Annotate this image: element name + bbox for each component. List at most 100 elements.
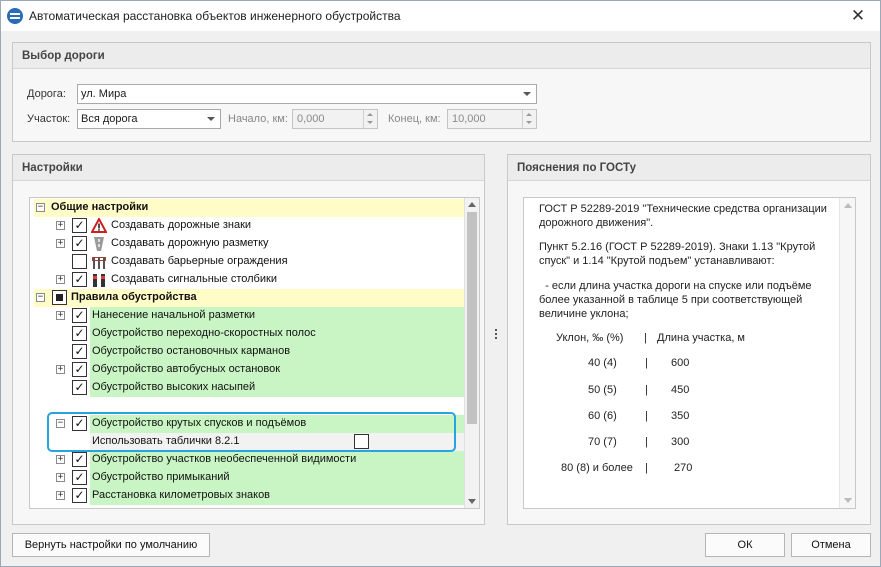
checkbox-checked[interactable]: ✓ — [72, 326, 87, 341]
checkbox-checked[interactable]: ✓ — [72, 308, 87, 323]
title-bar: Автоматическая расстановка объектов инже… — [1, 1, 880, 31]
table-slope-cell: 70 (7) — [588, 436, 617, 448]
expand-icon[interactable]: + — [56, 473, 65, 482]
gost-panel-header: Пояснения по ГОСТу — [508, 155, 870, 181]
expand-icon[interactable]: + — [56, 365, 65, 374]
expand-icon[interactable]: + — [56, 455, 65, 464]
cancel-button[interactable]: Отмена — [791, 533, 871, 557]
table-separator: | — [645, 384, 648, 396]
end-km-label: Конец, км: — [388, 113, 441, 125]
spin-up-icon[interactable] — [522, 110, 536, 119]
tree-rule-stop-pockets[interactable]: ✓ Обустройство остановочных карманов — [30, 343, 465, 361]
checkbox-checked[interactable]: ✓ — [72, 344, 87, 359]
close-button[interactable]: ✕ — [846, 5, 870, 27]
tree-rule-high-embankments[interactable]: ✓ Обустройство высоких насыпей — [30, 379, 465, 397]
checkbox-checked[interactable]: ✓ — [72, 488, 87, 503]
tree-item-barriers[interactable]: Создавать барьерные ограждения — [30, 253, 465, 271]
table-slope-cell: 80 (8) и более — [561, 462, 633, 474]
tree-group-label: Общие настройки — [51, 201, 149, 213]
tree-rule-junctions[interactable]: + ✓ Обустройство примыканий — [30, 469, 465, 487]
table-length-cell: 450 — [671, 384, 690, 396]
chevron-down-icon[interactable] — [207, 117, 215, 121]
highlight-frame — [47, 412, 456, 452]
table-separator: | — [645, 462, 648, 474]
gost-scrollbar[interactable] — [839, 198, 855, 508]
road-selection-panel: Выбор дороги Дорога: ул. Мира Участок: В… — [12, 42, 871, 142]
tree-item-label: Обустройство высоких насыпей — [92, 381, 256, 393]
expand-icon[interactable]: + — [56, 275, 65, 284]
settings-panel: Настройки − Общие настройки + ✓ Создават… — [12, 154, 485, 525]
scroll-down-icon[interactable] — [844, 498, 852, 503]
checkbox-checked[interactable]: ✓ — [72, 362, 87, 377]
reset-defaults-button[interactable]: Вернуть настройки по умолчанию — [12, 533, 210, 557]
road-marking-icon — [94, 237, 104, 251]
table-separator: | — [645, 436, 648, 448]
checkbox-checked[interactable]: ✓ — [72, 380, 87, 395]
checkbox-checked[interactable]: ✓ — [72, 272, 87, 287]
table-slope-cell: 40 (4) — [588, 357, 617, 369]
table-length-cell: 600 — [671, 357, 690, 369]
tree-item-label: Создавать сигнальные столбики — [111, 273, 277, 285]
road-value: ул. Мира — [81, 88, 127, 100]
splitter-grip-icon[interactable] — [495, 329, 498, 341]
spin-down-icon[interactable] — [522, 119, 536, 128]
road-sign-icon — [91, 218, 107, 233]
tree-item-signal-posts[interactable]: + ✓ Создавать сигнальные столбики — [30, 271, 465, 289]
chevron-down-icon[interactable] — [523, 92, 531, 96]
tree-group-general[interactable]: − Общие настройки — [30, 199, 465, 217]
collapse-icon[interactable]: − — [36, 293, 45, 302]
collapse-icon[interactable]: − — [36, 203, 45, 212]
expand-icon[interactable]: + — [56, 221, 65, 230]
tree-scrollbar[interactable] — [464, 198, 479, 508]
expand-icon[interactable]: + — [56, 491, 65, 500]
settings-tree: − Общие настройки + ✓ Создавать дорожные… — [29, 197, 480, 509]
table-slope-cell: 50 (5) — [588, 384, 617, 396]
checkbox-checked[interactable]: ✓ — [72, 236, 87, 251]
checkbox-partial[interactable] — [52, 290, 67, 305]
road-panel-header: Выбор дороги — [13, 43, 870, 69]
scroll-up-icon[interactable] — [844, 203, 852, 208]
start-km-value: 0,000 — [297, 113, 325, 125]
tree-group-rules[interactable]: − Правила обустройства — [30, 289, 465, 307]
signal-post-icon — [93, 274, 105, 287]
checkbox-empty[interactable] — [72, 254, 87, 269]
dialog-window: Автоматическая расстановка объектов инже… — [0, 0, 881, 567]
settings-panel-header: Настройки — [13, 155, 484, 181]
checkbox-checked[interactable]: ✓ — [72, 218, 87, 233]
table-slope-cell: 60 (6) — [588, 410, 617, 422]
tree-rule-initial-marking[interactable]: + ✓ Нанесение начальной разметки — [30, 307, 465, 325]
tree-rule-km-signs[interactable]: + ✓ Расстановка километровых знаков — [30, 487, 465, 505]
tree-item-road-marking[interactable]: + ✓ Создавать дорожную разметку — [30, 235, 465, 253]
scroll-up-icon[interactable] — [468, 202, 476, 207]
ok-button[interactable]: ОК — [705, 533, 785, 557]
gost-text-area[interactable]: ГОСТ Р 52289-2019 "Технические средства … — [523, 197, 856, 509]
scroll-thumb[interactable] — [467, 212, 477, 424]
expand-icon[interactable]: + — [56, 239, 65, 248]
gost-paragraph: Пункт 5.2.16 (ГОСТ Р 52289-2019). Знаки … — [539, 241, 816, 267]
tree-item-label: Обустройство примыканий — [92, 471, 230, 483]
tree-rule-bus-stops[interactable]: + ✓ Обустройство автобусных остановок — [30, 361, 465, 379]
spin-down-icon[interactable] — [363, 119, 377, 128]
tree-rule-visibility[interactable]: + ✓ Обустройство участков необеспеченной… — [30, 451, 465, 469]
expand-icon[interactable]: + — [56, 311, 65, 320]
table-separator: | — [645, 410, 648, 422]
section-value: Вся дорога — [81, 113, 138, 125]
tree-item-label: Расстановка километровых знаков — [92, 489, 271, 501]
tree-item-label: Создавать дорожную разметку — [111, 237, 269, 249]
tree-item-road-signs[interactable]: + ✓ Создавать дорожные знаки — [30, 217, 465, 235]
tree-item-label: Нанесение начальной разметки — [92, 309, 256, 321]
checkbox-checked[interactable]: ✓ — [72, 452, 87, 467]
end-km-input[interactable]: 10,000 — [447, 109, 537, 129]
tree-rule-speed-lanes[interactable]: ✓ Обустройство переходно-скоростных поло… — [30, 325, 465, 343]
app-icon — [7, 8, 23, 24]
tree-item-label: Обустройство переходно-скоростных полос — [92, 327, 316, 339]
road-combobox[interactable]: ул. Мира — [77, 84, 537, 104]
table-separator: | — [645, 357, 648, 369]
spin-up-icon[interactable] — [363, 110, 377, 119]
start-km-input[interactable]: 0,000 — [292, 109, 378, 129]
end-km-value: 10,000 — [452, 113, 486, 125]
scroll-down-icon[interactable] — [468, 499, 476, 504]
tree-item-label: Обустройство автобусных остановок — [92, 363, 281, 375]
checkbox-checked[interactable]: ✓ — [72, 470, 87, 485]
section-combobox[interactable]: Вся дорога — [77, 109, 221, 129]
